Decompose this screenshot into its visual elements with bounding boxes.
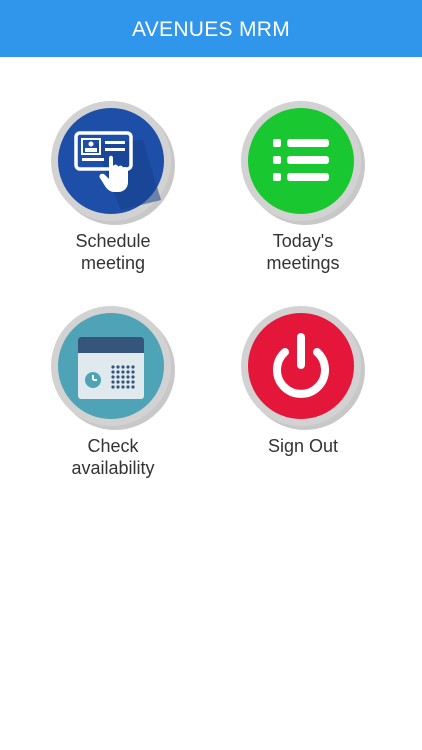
sign-out-label: Sign Out (267, 436, 339, 456)
check-availability-button[interactable]: Check availability (33, 305, 193, 479)
check-availability-label: Check availability (71, 436, 155, 478)
list-icon (241, 101, 365, 225)
sign-out-button[interactable]: Sign Out (223, 305, 383, 457)
schedule-meeting-icon (51, 101, 175, 225)
schedule-meeting-label: Schedule meeting (75, 231, 151, 273)
schedule-meeting-button[interactable]: Schedule meeting (33, 100, 193, 274)
power-icon (241, 306, 365, 430)
todays-meetings-button[interactable]: Today's meetings (223, 100, 383, 274)
calendar-clock-icon (51, 306, 175, 430)
app-title: AVENUES MRM (131, 17, 291, 41)
app-header: AVENUES MRM (0, 0, 422, 57)
todays-meetings-label: Today's meetings (266, 231, 340, 273)
